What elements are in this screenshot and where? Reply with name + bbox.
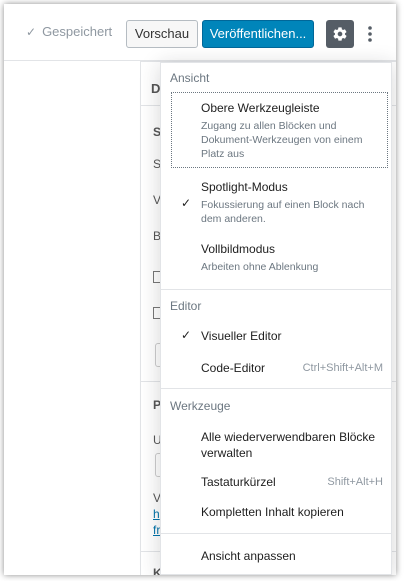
menu-item-label: Spotlight-Modus xyxy=(201,180,288,194)
checkmark-icon: ✓ xyxy=(181,328,192,342)
menu-item-copy-all-content[interactable]: Kompletten Inhalt kopieren xyxy=(161,499,391,523)
editor-window: ✓ Gespeichert Vorschau Veröffentlichen..… xyxy=(4,4,396,575)
menu-item-manage-reusable-blocks[interactable]: Alle wiederverwendbaren Blöcke verwalten xyxy=(161,423,391,463)
more-options-button[interactable] xyxy=(360,20,380,48)
menu-section-title-editor: Editor xyxy=(170,299,202,313)
menu-item-label: Ansicht anpassen xyxy=(201,549,296,563)
menu-item-description: Zugang zu allen Blöcken und Dokument-Wer… xyxy=(201,120,363,160)
menu-item-top-toolbar[interactable]: Obere Werkzeugleiste Zugang zu allen Blö… xyxy=(171,92,388,168)
menu-item-label: Vollbildmodus xyxy=(201,242,276,256)
menu-item-label: Alle wiederverwendbaren Blöcke verwalten xyxy=(201,430,376,460)
menu-divider xyxy=(161,289,391,290)
menu-item-customize-view[interactable]: Ansicht anpassen xyxy=(161,543,391,567)
gear-icon xyxy=(333,27,347,41)
menu-item-label: Kompletten Inhalt kopieren xyxy=(201,505,344,519)
editor-canvas xyxy=(4,61,141,575)
menu-item-label: Visueller Editor xyxy=(201,329,282,343)
menu-item-visual-editor[interactable]: ✓ Visueller Editor xyxy=(161,323,391,347)
checkmark-icon: ✓ xyxy=(181,196,192,210)
editor-header: ✓ Gespeichert Vorschau Veröffentlichen..… xyxy=(4,4,396,61)
menu-item-spotlight-mode[interactable]: ✓ Spotlight-Modus Fokussierung auf einen… xyxy=(161,176,391,232)
menu-item-keyboard-shortcuts[interactable]: Tastaturkürzel Shift+Alt+H xyxy=(161,469,391,493)
menu-section-title-tools: Werkzeuge xyxy=(170,399,231,413)
menu-item-label: Tastaturkürzel xyxy=(201,475,276,489)
menu-item-shortcut: Shift+Alt+H xyxy=(327,476,383,488)
saved-label: Gespeichert xyxy=(42,24,113,39)
settings-button[interactable] xyxy=(326,20,354,48)
menu-divider xyxy=(161,533,391,534)
more-vertical-icon xyxy=(368,26,372,42)
menu-item-fullscreen-mode[interactable]: Vollbildmodus Arbeiten ohne Ablenkung xyxy=(161,238,391,278)
menu-item-label: Obere Werkzeugleiste xyxy=(201,101,320,115)
sidebar-link[interactable]: h xyxy=(153,507,160,521)
menu-item-description: Arbeiten ohne Ablenkung xyxy=(201,261,319,273)
menu-item-description: Fokussierung auf einen Block nach dem an… xyxy=(201,199,365,225)
sidebar-tab-document[interactable]: D xyxy=(151,81,160,96)
preview-button[interactable]: Vorschau xyxy=(126,20,198,48)
menu-item-label: Code-Editor xyxy=(201,361,266,375)
menu-divider xyxy=(161,388,391,389)
menu-item-code-editor[interactable]: Code-Editor Ctrl+Shift+Alt+M xyxy=(161,355,391,379)
publish-button[interactable]: Veröffentlichen... xyxy=(202,20,314,48)
menu-item-shortcut: Ctrl+Shift+Alt+M xyxy=(302,362,383,374)
checkmark-icon: ✓ xyxy=(26,24,37,39)
menu-section-title-view: Ansicht xyxy=(170,71,210,85)
more-options-menu: Ansicht Obere Werkzeugleiste Zugang zu a… xyxy=(160,62,392,575)
saved-status: ✓ Gespeichert xyxy=(26,24,112,39)
